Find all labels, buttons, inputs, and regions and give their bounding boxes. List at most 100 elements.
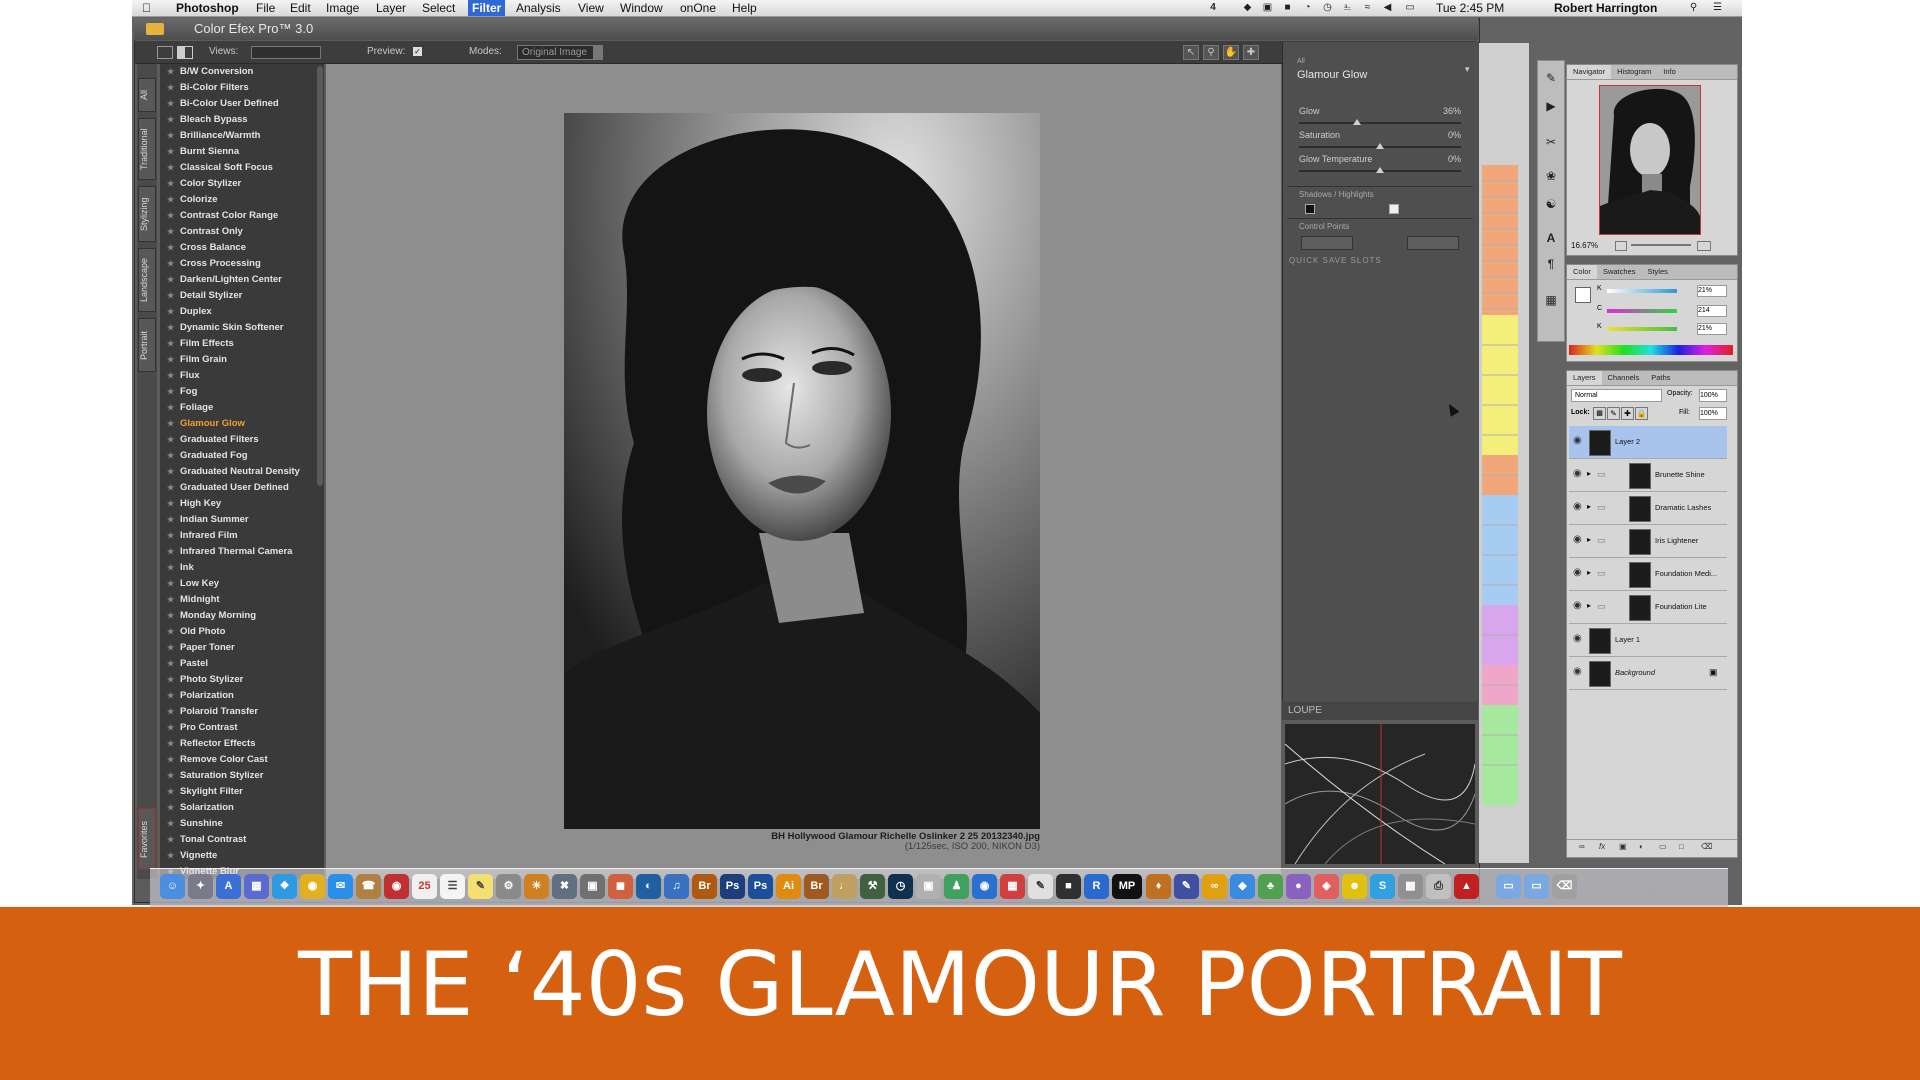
filter-item[interactable]: Polaroid Transfer bbox=[160, 704, 316, 720]
layer-name[interactable]: Dramatic Lashes bbox=[1655, 503, 1711, 512]
views-selector[interactable] bbox=[251, 46, 321, 59]
documents-folder-icon[interactable]: ▭ bbox=[1524, 874, 1549, 899]
expand-triangle-icon[interactable]: ▸ bbox=[1587, 502, 1591, 511]
tab-channels[interactable]: Channels bbox=[1602, 371, 1646, 385]
tab-styles[interactable]: Styles bbox=[1641, 265, 1673, 279]
ical-icon[interactable]: ◼ bbox=[608, 874, 633, 899]
acrobat-icon[interactable]: ▲ bbox=[1454, 874, 1479, 899]
tab-swatches[interactable]: Swatches bbox=[1597, 265, 1642, 279]
fill-value[interactable]: 100% bbox=[1699, 407, 1727, 420]
layer-name[interactable]: Foundation Lite bbox=[1655, 602, 1707, 611]
menu-onone[interactable]: onOne bbox=[676, 0, 720, 16]
visibility-eye-icon[interactable]: ◉ bbox=[1573, 468, 1582, 479]
visibility-eye-icon[interactable]: ◉ bbox=[1573, 666, 1582, 677]
tab-stylizing[interactable]: Stylizing bbox=[138, 186, 156, 242]
channel-c-slider[interactable] bbox=[1607, 309, 1677, 313]
itunes-icon[interactable]: ♫ bbox=[664, 874, 689, 899]
modes-dropdown[interactable]: Original Image bbox=[517, 45, 603, 60]
filter-item[interactable]: Detail Stylizer bbox=[160, 288, 316, 304]
camera-app-icon[interactable]: ■ bbox=[1056, 874, 1081, 899]
bluetooth-icon[interactable]: ⎁ bbox=[1342, 2, 1353, 13]
menu-select[interactable]: Select bbox=[418, 0, 459, 16]
calendar-icon[interactable]: 25 bbox=[412, 874, 437, 899]
color-swatches[interactable] bbox=[1482, 165, 1518, 820]
photo-app-icon[interactable]: ▦ bbox=[1000, 874, 1025, 899]
trash-icon[interactable]: ⌫ bbox=[1701, 842, 1712, 851]
panel-collapse-icon[interactable]: ▾ bbox=[1465, 64, 1470, 75]
mp-app-icon[interactable]: MP bbox=[1112, 874, 1142, 899]
filter-item[interactable]: Cross Balance bbox=[160, 240, 316, 256]
tab-layers[interactable]: Layers bbox=[1567, 371, 1602, 385]
filter-item[interactable]: Sunshine bbox=[160, 816, 316, 832]
paragraph-icon[interactable]: ¶ bbox=[1542, 255, 1560, 273]
layer-name[interactable]: Background bbox=[1615, 668, 1655, 677]
iphoto-icon[interactable]: ☀ bbox=[524, 874, 549, 899]
expand-triangle-icon[interactable]: ▸ bbox=[1587, 469, 1591, 478]
layer-row-brunette-shine[interactable]: ◉ ▸ ▭ Brunette Shine bbox=[1569, 459, 1727, 492]
filter-item[interactable]: Paper Toner bbox=[160, 640, 316, 656]
brushes-icon[interactable]: ❀ bbox=[1542, 167, 1560, 185]
guitar-app-icon[interactable]: ♩ bbox=[832, 874, 857, 899]
glow-slider-knob[interactable] bbox=[1353, 119, 1362, 125]
channel-k2-slider[interactable] bbox=[1607, 327, 1677, 331]
layer-row-layer-1[interactable]: ◉ Layer 1 bbox=[1569, 624, 1727, 657]
filter-item[interactable]: Indian Summer bbox=[160, 512, 316, 528]
filter-item[interactable]: Cross Processing bbox=[160, 256, 316, 272]
filter-item[interactable]: Infrared Thermal Camera bbox=[160, 544, 316, 560]
filter-item[interactable]: Photo Stylizer bbox=[160, 672, 316, 688]
filter-item[interactable]: Infrared Film bbox=[160, 528, 316, 544]
visibility-eye-icon[interactable]: ◉ bbox=[1573, 633, 1582, 644]
layer-name[interactable]: Layer 1 bbox=[1615, 635, 1640, 644]
loupe-header[interactable]: LOUPE bbox=[1282, 702, 1478, 720]
finder-icon[interactable]: ☺ bbox=[160, 874, 185, 899]
filter-item[interactable]: Film Effects bbox=[160, 336, 316, 352]
visibility-eye-icon[interactable]: ◉ bbox=[1573, 435, 1582, 446]
image-capture-icon[interactable]: ▣ bbox=[916, 874, 941, 899]
photoshop-icon-2[interactable]: Ps bbox=[748, 874, 773, 899]
menu-window[interactable]: Window bbox=[616, 0, 667, 16]
filter-item[interactable]: Bi-Color User Defined bbox=[160, 96, 316, 112]
people-app-icon[interactable]: ♟ bbox=[944, 874, 969, 899]
tab-paths[interactable]: Paths bbox=[1645, 371, 1676, 385]
glow-temperature-slider-knob[interactable] bbox=[1376, 167, 1384, 173]
tab-info[interactable]: Info bbox=[1657, 65, 1682, 79]
system-prefs-icon[interactable]: ⚙ bbox=[496, 874, 521, 899]
photoshop-icon-1[interactable]: Ps bbox=[720, 874, 745, 899]
filter-item[interactable]: Darken/Lighten Center bbox=[160, 272, 316, 288]
visibility-eye-icon[interactable]: ◉ bbox=[1573, 534, 1582, 545]
contacts-icon[interactable]: ☎ bbox=[356, 874, 381, 899]
zoom-out-icon[interactable] bbox=[1615, 241, 1627, 251]
camera-icon[interactable]: ■ bbox=[1282, 2, 1293, 13]
remove-control-point-button[interactable] bbox=[1407, 236, 1459, 250]
foreground-color-swatch[interactable] bbox=[1575, 287, 1591, 303]
filter-item[interactable]: Colorize bbox=[160, 192, 316, 208]
actions-icon[interactable]: ▶ bbox=[1542, 97, 1560, 115]
control-points-label[interactable]: Control Points bbox=[1299, 222, 1349, 231]
navigator-thumbnail[interactable] bbox=[1599, 85, 1701, 235]
preview-checkbox[interactable]: ✓ bbox=[413, 47, 422, 56]
shadows-swatch[interactable] bbox=[1305, 204, 1315, 214]
filter-item[interactable]: Remove Color Cast bbox=[160, 752, 316, 768]
filter-item[interactable]: Classical Soft Focus bbox=[160, 160, 316, 176]
dropbox-dock-icon[interactable]: ◆ bbox=[1230, 874, 1255, 899]
tab-traditional[interactable]: Traditional bbox=[138, 118, 156, 180]
filter-item[interactable]: Brilliance/Warmth bbox=[160, 128, 316, 144]
safari-icon[interactable]: ❖ bbox=[272, 874, 297, 899]
filter-item[interactable]: Color Stylizer bbox=[160, 176, 316, 192]
tab-all[interactable]: All bbox=[138, 78, 156, 112]
audition-app-icon[interactable]: ∞ bbox=[1202, 874, 1227, 899]
bridge-icon-2[interactable]: Br bbox=[804, 874, 829, 899]
menu-edit[interactable]: Edit bbox=[286, 0, 315, 16]
lock-pixels-icon[interactable]: ✎ bbox=[1607, 407, 1620, 420]
filter-item[interactable]: Graduated Neutral Density bbox=[160, 464, 316, 480]
apple-icon[interactable]:  bbox=[138, 0, 155, 16]
pointer-tool-icon[interactable]: ↖ bbox=[1183, 45, 1199, 60]
adobe-badge[interactable]: 4 bbox=[1204, 2, 1222, 13]
script-app-icon[interactable]: ✎ bbox=[1028, 874, 1053, 899]
opacity-value[interactable]: 100% bbox=[1699, 389, 1727, 402]
single-view-icon[interactable] bbox=[157, 46, 173, 59]
skype-icon[interactable]: S bbox=[1370, 874, 1395, 899]
time-app-icon[interactable]: ◷ bbox=[888, 874, 913, 899]
tab-histogram[interactable]: Histogram bbox=[1611, 65, 1657, 79]
glow-slider-track[interactable] bbox=[1299, 122, 1461, 124]
